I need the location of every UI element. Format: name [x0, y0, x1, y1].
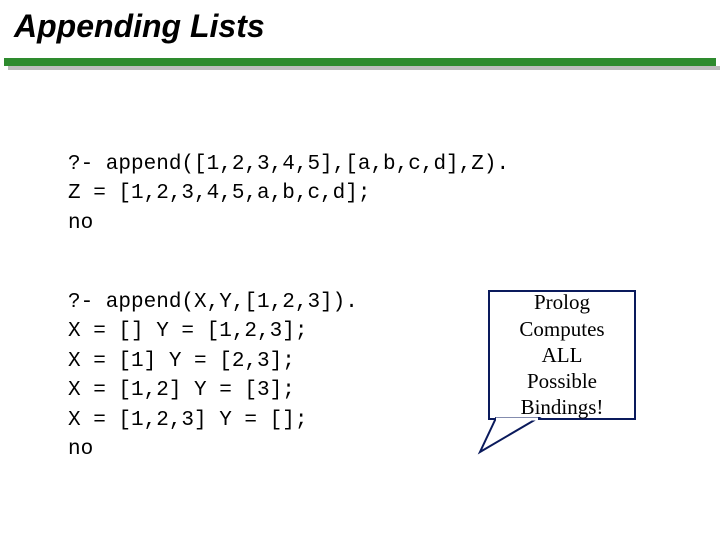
callout-tail-icon: [480, 418, 540, 458]
callout-text: Prolog Computes ALL Possible Bindings!: [519, 289, 604, 420]
title-rule-shadow: [8, 66, 720, 70]
title-rule: [4, 58, 716, 66]
slide-title: Appending Lists: [14, 8, 265, 45]
slide: Appending Lists ?- append([1,2,3,4,5],[a…: [0, 0, 720, 540]
code-example-1: ?- append([1,2,3,4,5],[a,b,c,d],Z). Z = …: [68, 150, 509, 238]
callout-box: Prolog Computes ALL Possible Bindings!: [488, 290, 636, 420]
code-example-2: ?- append(X,Y,[1,2,3]). X = [] Y = [1,2,…: [68, 288, 358, 464]
